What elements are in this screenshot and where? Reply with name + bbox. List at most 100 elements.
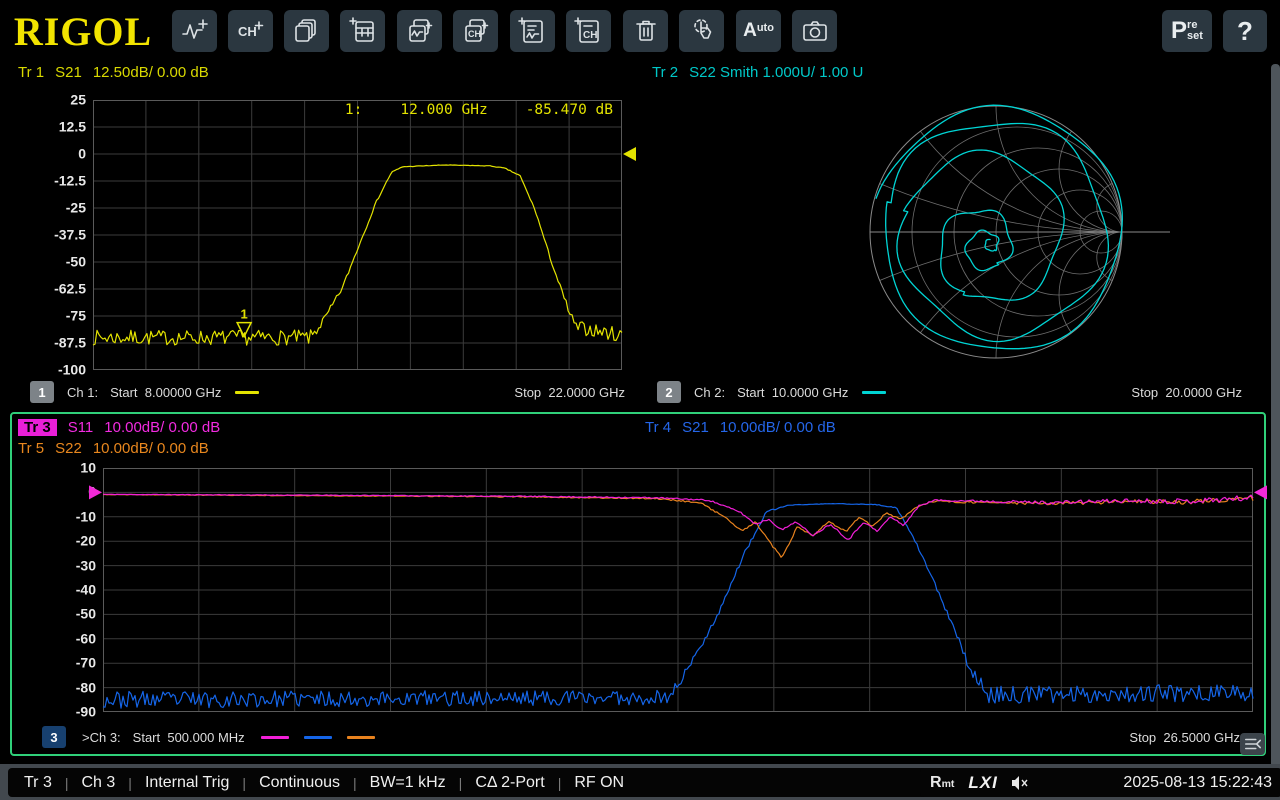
preset-icon: P — [1171, 21, 1187, 41]
ch3-label: >Ch 3: — [82, 730, 121, 745]
ch1-plot-area[interactable]: 1 — [93, 100, 622, 370]
trace5-label[interactable]: Tr 5 S22 10.00dB/ 0.00 dB — [18, 440, 209, 457]
status-item[interactable]: BW=1 kHz — [370, 774, 446, 792]
svg-text:1: 1 — [241, 307, 248, 322]
ch3-stop: Stop 26.5000 GHz — [1129, 730, 1240, 745]
ch2-smith-plot-area[interactable] — [830, 92, 1166, 382]
status-item[interactable]: Continuous — [259, 774, 340, 792]
channel-setup-button[interactable]: CH — [566, 10, 611, 52]
trace3-chip[interactable]: Tr 3 — [18, 419, 57, 436]
rigol-logo-text: RIGOL — [14, 8, 152, 55]
ch3-plot-area[interactable] — [103, 468, 1253, 712]
status-item[interactable]: Internal Trig — [145, 774, 229, 792]
trace1-label[interactable]: Tr 1 S21 12.50dB/ 0.00 dB — [18, 64, 209, 81]
add-channel-icon: CH — [236, 16, 266, 46]
datetime: 2025-08-13 15:22:43 — [1123, 774, 1280, 792]
trace-windows-button[interactable] — [397, 10, 442, 52]
status-divider: | — [558, 775, 562, 791]
trace2-label[interactable]: Tr 2 S22 Smith 1.000U/ 1.00 U — [652, 64, 863, 81]
trace3-label[interactable]: Tr 3 S11 10.00dB/ 0.00 dB — [18, 419, 220, 436]
remote-indicator: R — [930, 774, 942, 792]
collapse-menu-button[interactable] — [1240, 733, 1265, 755]
add-trace-button[interactable] — [172, 10, 217, 52]
y-tick-label: 10 — [80, 460, 96, 476]
touch-button[interactable] — [679, 10, 724, 52]
y-tick-label: -75 — [66, 308, 86, 324]
status-items: Tr 3 | Ch 3 | Internal Trig | Continuous | BW=1 … — [8, 768, 929, 797]
top-toolbar: RIGOL CH — [0, 0, 1280, 62]
ch3-badge[interactable]: 3 — [42, 726, 66, 748]
y-tick-label: -60 — [76, 630, 96, 646]
y-tick-label: -80 — [76, 679, 96, 695]
auto-scale-button[interactable]: A uto — [736, 10, 781, 52]
ch1-y-axis: 2512.50-12.5-25-37.5-50-62.5-75-87.5-100 — [28, 100, 86, 370]
trace4-label[interactable]: Tr 4 S21 10.00dB/ 0.00 dB — [645, 419, 836, 436]
add-table-button[interactable] — [340, 10, 385, 52]
rigol-logo: RIGOL — [8, 7, 158, 55]
stacked-windows-icon — [292, 16, 322, 46]
collapse-menu-icon — [1243, 735, 1263, 753]
trace-setup-button[interactable] — [510, 10, 555, 52]
y-tick-label: -12.5 — [54, 173, 86, 189]
right-edge-handle[interactable] — [1271, 64, 1280, 772]
ch3-bar[interactable]: 3 >Ch 3: Start 500.000 MHz Stop 26.5000 … — [42, 725, 1240, 749]
ch2-label: Ch 2: — [694, 385, 725, 400]
add-channel-button[interactable]: CH — [228, 10, 273, 52]
screenshot-button[interactable] — [792, 10, 837, 52]
ch2-start: Start 10.0000 GHz — [737, 385, 848, 400]
y-tick-label: 12.5 — [59, 119, 86, 135]
y-tick-label: -40 — [76, 582, 96, 598]
remote-status-group: R mt LXI 2025-08-13 15:22:43 — [920, 768, 1280, 797]
y-tick-label: -37.5 — [54, 227, 86, 243]
vna-screen: RIGOL CH — [0, 0, 1280, 800]
status-item[interactable]: Tr 3 — [24, 774, 52, 792]
y-tick-label: -90 — [76, 704, 96, 720]
window-layout-button[interactable] — [284, 10, 329, 52]
ch3-start: Start 500.000 MHz — [133, 730, 245, 745]
ch2-stop: Stop 20.0000 GHz — [1131, 385, 1242, 400]
ch1-bar[interactable]: 1 Ch 1: Start 8.00000 GHz Stop 22.0000 G… — [30, 380, 625, 404]
ch2-bar[interactable]: 2 Ch 2: Start 10.0000 GHz Stop 20.0000 G… — [657, 380, 1242, 404]
help-icon: ? — [1237, 16, 1253, 47]
status-item[interactable]: RF ON — [574, 774, 624, 792]
y-tick-label: 25 — [70, 92, 86, 108]
trace-setup-icon — [518, 16, 548, 46]
marker-readout: 1: 12.000 GHz -85.470 dB — [93, 102, 621, 118]
preset-button[interactable]: P re set — [1162, 10, 1212, 52]
status-divider: | — [242, 775, 246, 791]
ch3-trace4-colorline — [304, 736, 332, 739]
auto-icon: A — [743, 20, 757, 42]
status-divider: | — [65, 775, 69, 791]
channel-setup-icon: CH — [574, 16, 604, 46]
ch3-trace3-colorline — [261, 736, 289, 739]
add-trace-icon — [180, 16, 210, 46]
svg-text:CH: CH — [583, 30, 597, 41]
ch1-badge[interactable]: 1 — [30, 381, 54, 403]
trash-icon — [631, 16, 661, 46]
add-table-icon — [348, 16, 378, 46]
y-tick-label: -50 — [76, 606, 96, 622]
y-tick-label: -100 — [58, 362, 86, 378]
ch2-badge[interactable]: 2 — [657, 381, 681, 403]
speaker-muted-icon[interactable] — [1010, 775, 1030, 791]
delete-button[interactable] — [623, 10, 668, 52]
trace-windows-icon — [405, 16, 435, 46]
help-button[interactable]: ? — [1223, 10, 1267, 52]
status-item[interactable]: Ch 3 — [82, 774, 116, 792]
svg-text:CH: CH — [468, 29, 481, 39]
lxi-indicator: LXI — [968, 773, 997, 793]
ch3-trace5-colorline — [347, 736, 375, 739]
y-tick-label: -30 — [76, 557, 96, 573]
ch1-start: Start 8.00000 GHz — [110, 385, 221, 400]
ch3-y-axis: 100-10-20-30-40-50-60-70-80-90 — [40, 468, 96, 712]
ch2-trace-colorline — [862, 391, 886, 394]
y-tick-label: -70 — [76, 655, 96, 671]
status-divider: | — [353, 775, 357, 791]
channel-windows-icon: CH — [461, 16, 491, 46]
ch1-label: Ch 1: — [67, 385, 98, 400]
status-item[interactable]: CΔ 2-Port — [475, 774, 544, 792]
y-tick-label: -87.5 — [54, 335, 86, 351]
channel-windows-button[interactable]: CH — [453, 10, 498, 52]
y-tick-label: -62.5 — [54, 281, 86, 297]
svg-text:CH: CH — [238, 24, 257, 39]
